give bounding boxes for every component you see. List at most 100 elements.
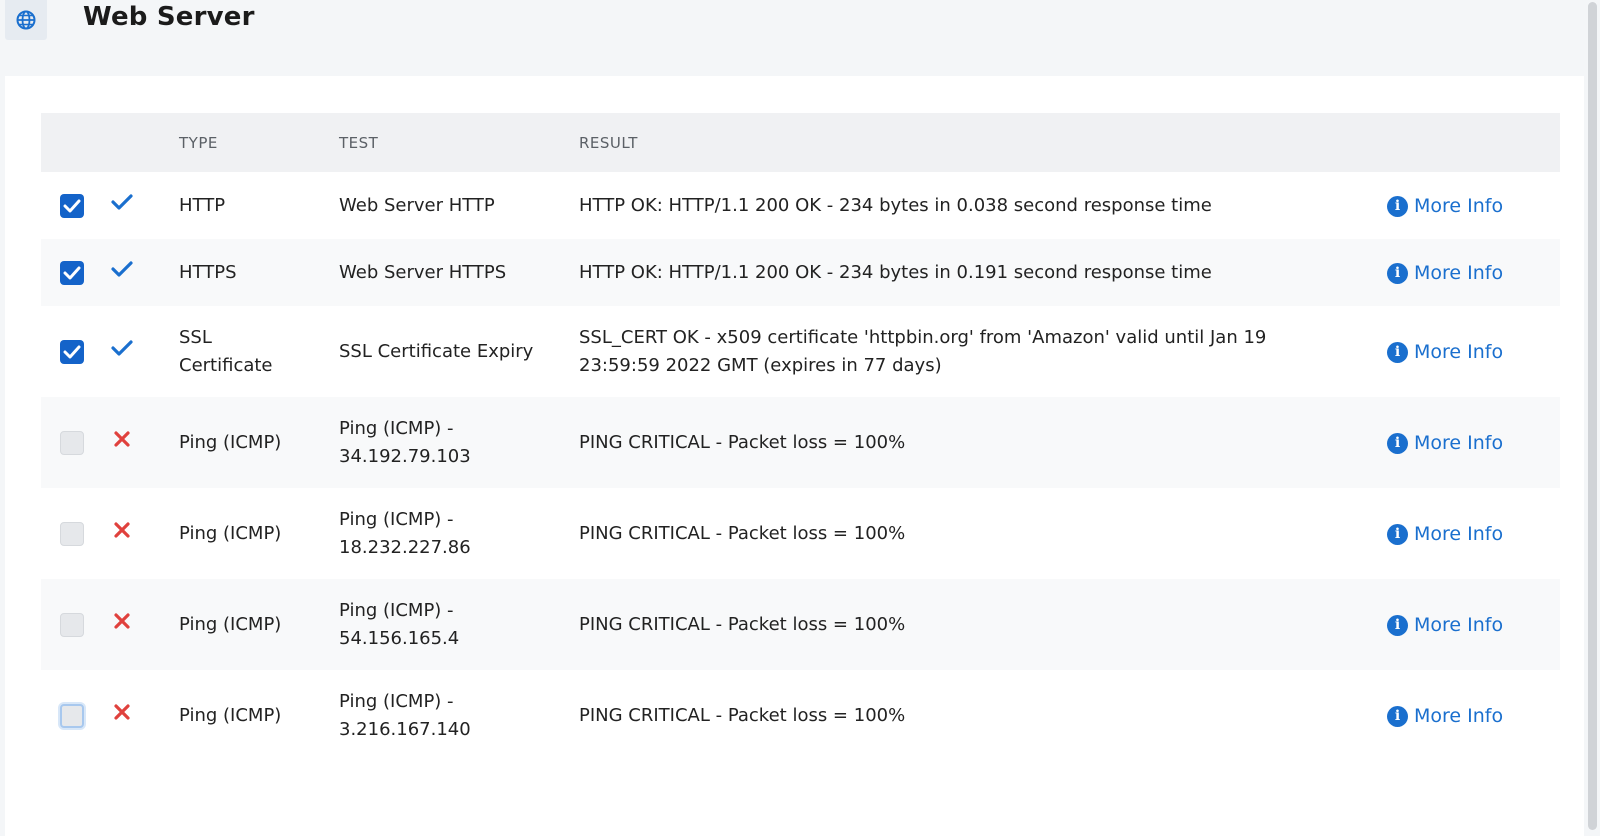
row-checkbox[interactable] [60, 521, 84, 546]
result-cell: HTTP OK: HTTP/1.1 200 OK - 234 bytes in … [579, 194, 1212, 216]
checkbox-check-icon [63, 345, 81, 358]
select-cell [41, 239, 101, 306]
more-info-link[interactable]: i More Info [1387, 520, 1503, 548]
result-cell: PING CRITICAL - Packet loss = 100% [579, 522, 906, 544]
checkbox-check-icon [63, 266, 81, 279]
status-cell [101, 239, 179, 306]
action-cell: i More Info [1379, 397, 1560, 488]
type-cell: HTTP [179, 194, 226, 216]
more-info-label: More Info [1414, 705, 1504, 727]
x-icon [113, 611, 131, 639]
type-cell: Ping (ICMP) [179, 431, 282, 453]
test-cell: Ping (ICMP) - 54.156.165.4 [339, 599, 460, 649]
x-icon [113, 702, 131, 730]
type-cell: Ping (ICMP) [179, 704, 282, 726]
table-row: SSL Certificate SSL Certificate Expiry SSL… [41, 306, 1560, 397]
more-info-label: More Info [1414, 432, 1504, 454]
row-checkbox[interactable] [60, 703, 84, 728]
info-icon: i [1387, 614, 1408, 636]
checkmark-icon [111, 259, 133, 287]
more-info-link[interactable]: i More Info [1387, 338, 1503, 366]
action-cell: i More Info [1379, 488, 1560, 579]
more-info-link[interactable]: i More Info [1387, 611, 1503, 639]
table-row: HTTP Web Server HTTP HTTP OK: HTTP/1.1 200… [41, 172, 1560, 239]
select-cell [41, 488, 101, 579]
action-cell: i More Info [1379, 239, 1560, 306]
result-cell: PING CRITICAL - Packet loss = 100% [579, 431, 906, 453]
status-cell [101, 670, 179, 761]
result-cell: PING CRITICAL - Packet loss = 100% [579, 704, 906, 726]
row-checkbox[interactable] [60, 612, 84, 637]
more-info-label: More Info [1414, 614, 1504, 636]
table-row: HTTPS Web Server HTTPS HTTP OK: HTTP/1.1 2… [41, 239, 1560, 306]
select-cell [41, 670, 101, 761]
globe-icon [16, 10, 36, 30]
column-header-select [41, 113, 101, 172]
action-cell: i More Info [1379, 579, 1560, 670]
test-cell: Ping (ICMP) - 3.216.167.140 [339, 690, 471, 740]
select-cell [41, 579, 101, 670]
type-cell: Ping (ICMP) [179, 522, 282, 544]
scrollbar-thumb[interactable] [1588, 2, 1597, 830]
test-cell: Ping (ICMP) - 34.192.79.103 [339, 417, 471, 467]
more-info-label: More Info [1414, 341, 1504, 363]
status-cell [101, 172, 179, 239]
checkmark-icon [111, 192, 133, 220]
status-cell [101, 306, 179, 397]
status-cell [101, 488, 179, 579]
info-icon: i [1387, 195, 1408, 217]
row-checkbox[interactable] [60, 339, 84, 364]
type-cell: SSL Certificate [179, 326, 273, 376]
action-cell: i More Info [1379, 306, 1560, 397]
result-cell: SSL_CERT OK - x509 certificate 'httpbin.… [579, 326, 1267, 376]
table-row: Ping (ICMP) Ping (ICMP) - 34.192.79.103 PI… [41, 397, 1560, 488]
table-header-row: TYPE TEST RESULT [41, 113, 1560, 172]
table-row: Ping (ICMP) Ping (ICMP) - 54.156.165.4 PIN… [41, 579, 1560, 670]
test-cell: SSL Certificate Expiry [339, 340, 534, 362]
type-cell: HTTPS [179, 261, 237, 283]
vertical-scrollbar[interactable] [1584, 0, 1600, 836]
more-info-link[interactable]: i More Info [1387, 429, 1503, 457]
column-header-test: TEST [339, 133, 379, 152]
column-header-result: RESULT [579, 133, 638, 152]
row-checkbox[interactable] [60, 260, 84, 285]
more-info-label: More Info [1414, 195, 1504, 217]
result-cell: PING CRITICAL - Packet loss = 100% [579, 613, 906, 635]
test-cell: Ping (ICMP) - 18.232.227.86 [339, 508, 471, 558]
row-checkbox[interactable] [60, 193, 84, 218]
checks-table: TYPE TEST RESULT HTTP Web Server HTTP HTTP… [41, 113, 1560, 761]
info-icon: i [1387, 432, 1408, 454]
more-info-link[interactable]: i More Info [1387, 192, 1503, 220]
select-cell [41, 306, 101, 397]
select-cell [41, 172, 101, 239]
checkbox-check-icon [63, 199, 81, 212]
column-header-type: TYPE [179, 133, 218, 152]
column-header-action [1379, 113, 1560, 172]
page-header: Web Server [0, 0, 1600, 76]
more-info-label: More Info [1414, 523, 1504, 545]
x-icon [113, 520, 131, 548]
row-checkbox[interactable] [60, 430, 84, 455]
info-icon: i [1387, 705, 1408, 727]
info-icon: i [1387, 523, 1408, 545]
table-row: Ping (ICMP) Ping (ICMP) - 18.232.227.86 PI… [41, 488, 1560, 579]
page-title: Web Server [83, 2, 255, 32]
test-cell: Web Server HTTP [339, 194, 495, 216]
status-cell [101, 397, 179, 488]
test-cell: Web Server HTTPS [339, 261, 507, 283]
more-info-link[interactable]: i More Info [1387, 259, 1503, 287]
select-cell [41, 397, 101, 488]
more-info-link[interactable]: i More Info [1387, 702, 1503, 730]
more-info-label: More Info [1414, 262, 1504, 284]
action-cell: i More Info [1379, 172, 1560, 239]
info-icon: i [1387, 262, 1408, 284]
status-cell [101, 579, 179, 670]
result-cell: HTTP OK: HTTP/1.1 200 OK - 234 bytes in … [579, 261, 1212, 283]
globe-icon-container [5, 0, 47, 40]
table-row: Ping (ICMP) Ping (ICMP) - 3.216.167.140 PI… [41, 670, 1560, 761]
column-header-status [101, 113, 179, 172]
type-cell: Ping (ICMP) [179, 613, 282, 635]
x-icon [113, 429, 131, 457]
checkmark-icon [111, 338, 133, 366]
info-icon: i [1387, 341, 1408, 363]
